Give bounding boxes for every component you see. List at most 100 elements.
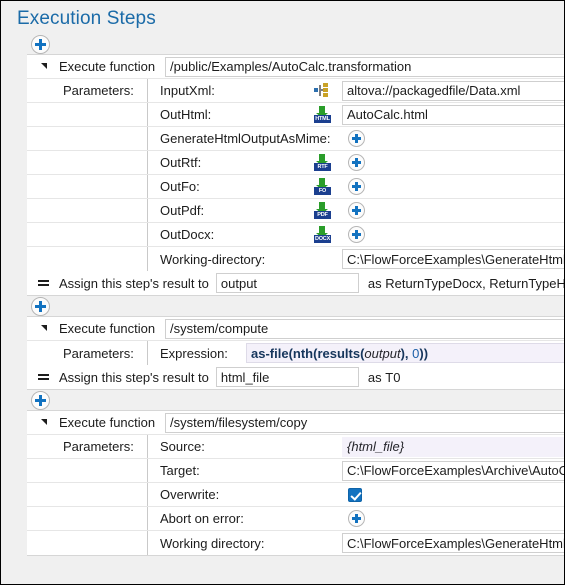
- parameter-add-cell-outfo: [342, 178, 365, 195]
- html-file-icon-tag: HTML: [314, 115, 331, 123]
- gutter-spacer: [27, 151, 59, 174]
- parameter-name-outhtml: OutHtml:: [160, 107, 212, 122]
- add-parameter-button-outpdf[interactable]: [348, 202, 365, 219]
- collapse-triangle-icon[interactable]: [41, 418, 47, 425]
- parameters-divider: [147, 341, 148, 365]
- gutter-spacer: [27, 435, 59, 458]
- parameters-divider: [147, 483, 148, 506]
- gutter-spacer: [27, 341, 59, 365]
- parameter-icon-cell-outhtml: HTML: [308, 106, 342, 123]
- parameter-input-target[interactable]: C:\FlowForceExamples\Archive\AutoCalc.ht…: [342, 460, 564, 481]
- add-step-button-2[interactable]: [31, 297, 50, 316]
- collapse-toggle-cell-3[interactable]: [27, 411, 59, 434]
- parameter-input-inputxml[interactable]: altova://packagedfile/Data.xml: [342, 80, 564, 101]
- parameter-row-outrtf: OutRtf: RTF: [27, 151, 564, 175]
- collapse-toggle-cell-1[interactable]: [27, 55, 59, 78]
- parameter-name-outrtf: OutRtf:: [160, 155, 202, 170]
- function-path-input-3[interactable]: /system/filesystem/copy: [165, 412, 564, 433]
- docx-file-icon: DOCX: [314, 226, 331, 243]
- overwrite-checkbox[interactable]: [348, 487, 362, 502]
- parameter-name-target: Target:: [160, 463, 200, 478]
- execute-function-row-1: Execute function /public/Examples/AutoCa…: [27, 55, 564, 79]
- parameter-row-outdocx: OutDocx: DOCX: [27, 223, 564, 247]
- equals-icon: [37, 373, 49, 381]
- add-parameter-button-abort-on-error[interactable]: [348, 510, 365, 527]
- execute-function-row-2: Execute function /system/compute: [27, 317, 564, 341]
- parameter-row-outhtml: OutHtml: HTML AutoCalc.html: [27, 103, 564, 127]
- add-step-button-1[interactable]: [31, 35, 50, 54]
- add-step-row-1: [1, 34, 564, 54]
- parameters-divider: [147, 175, 148, 198]
- parameter-add-cell-outpdf: [342, 202, 365, 219]
- parameters-divider: [147, 459, 148, 482]
- parameter-input-outhtml[interactable]: AutoCalc.html: [342, 104, 564, 125]
- page-title: Execution Steps: [17, 8, 156, 29]
- add-parameter-button-outdocx[interactable]: [348, 226, 365, 243]
- assign-result-row-2: Assign this step's result to html_file a…: [27, 365, 564, 389]
- add-step-row-2: [1, 296, 564, 316]
- pdf-file-icon: PDF: [314, 202, 331, 219]
- plus-icon: [352, 182, 361, 191]
- parameter-row-generatehtmloutputasmime: GenerateHtmlOutputAsMime:: [27, 127, 564, 151]
- parameter-row-inputxml: Parameters: InputXml: altova://packagedf…: [27, 79, 564, 103]
- rtf-file-icon: RTF: [314, 154, 331, 171]
- result-type-label-2: as T0: [367, 369, 401, 385]
- collapse-triangle-icon[interactable]: [41, 324, 47, 331]
- gutter-spacer: [27, 127, 59, 150]
- parameter-input-source[interactable]: {html_file}: [342, 436, 564, 457]
- assign-marker-cell-2: [27, 365, 59, 389]
- parameter-row-working-directory-3: Working directory: C:\FlowForceExamples\…: [27, 531, 564, 555]
- assign-marker-cell-1: [27, 271, 59, 295]
- step-card-1: Execute function /public/Examples/AutoCa…: [27, 54, 564, 296]
- parameter-row-working-directory-1: Working-directory: C:\FlowForceExamples\…: [27, 247, 564, 271]
- parameter-row-target: Target: C:\FlowForceExamples\Archive\Aut…: [27, 459, 564, 483]
- gutter-spacer: [27, 199, 59, 222]
- plus-icon: [352, 158, 361, 167]
- fo-file-icon-tag: FO: [314, 187, 331, 195]
- parameters-label-2: Parameters:: [63, 345, 134, 361]
- docx-file-icon-tag: DOCX: [314, 235, 331, 243]
- parameters-divider: [147, 127, 148, 150]
- parameter-icon-cell-outdocx: DOCX: [308, 226, 342, 243]
- parameter-icon-cell-outrtf: RTF: [308, 154, 342, 171]
- plus-icon: [352, 134, 361, 143]
- plus-icon: [352, 230, 361, 239]
- parameter-icon-cell-outfo: FO: [308, 178, 342, 195]
- parameter-name-working-directory-1: Working-directory:: [160, 251, 266, 267]
- collapse-triangle-icon[interactable]: [41, 62, 47, 69]
- parameter-row-outpdf: OutPdf: PDF: [27, 199, 564, 223]
- plus-icon: [35, 301, 46, 312]
- execute-function-label-2: Execute function: [59, 321, 156, 336]
- parameter-name-generatehtmloutputasmime: GenerateHtmlOutputAsMime:: [160, 131, 331, 146]
- collapse-toggle-cell-2[interactable]: [27, 317, 59, 340]
- function-path-input-2[interactable]: /system/compute: [165, 318, 564, 339]
- parameter-input-working-directory-1[interactable]: C:\FlowForceExamples\GenerateHtml: [342, 249, 564, 269]
- parameters-divider: [147, 247, 148, 271]
- parameter-add-cell-outrtf: [342, 154, 365, 171]
- plus-icon: [352, 514, 361, 523]
- parameter-row-overwrite: Overwrite:: [27, 483, 564, 507]
- parameter-name-abort-on-error: Abort on error:: [160, 511, 244, 526]
- parameter-name-overwrite: Overwrite:: [160, 487, 220, 502]
- parameters-label-3: Parameters:: [63, 439, 134, 454]
- function-path-input-1[interactable]: /public/Examples/AutoCalc.transformation: [165, 56, 564, 77]
- result-variable-input-1[interactable]: output: [215, 273, 359, 293]
- parameter-input-working-directory-3[interactable]: C:\FlowForceExamples\GenerateHtml: [342, 533, 564, 553]
- result-variable-input-2[interactable]: html_file: [215, 367, 359, 387]
- parameters-divider: [147, 199, 148, 222]
- gutter-spacer: [27, 459, 59, 482]
- execution-steps-panel: Execution Steps Execute function /public…: [0, 0, 565, 585]
- parameter-name-source: Source:: [160, 439, 205, 454]
- parameters-divider: [147, 531, 148, 555]
- parameters-divider: [147, 435, 148, 458]
- gutter-spacer: [27, 507, 59, 530]
- add-parameter-button-outrtf[interactable]: [348, 154, 365, 171]
- expression-input[interactable]: as-file(nth(results(output), 0)): [246, 343, 564, 363]
- add-parameter-button-generatehtmloutputasmime[interactable]: [348, 130, 365, 147]
- add-parameter-button-outfo[interactable]: [348, 178, 365, 195]
- parameter-row-outfo: OutFo: FO: [27, 175, 564, 199]
- add-step-button-3[interactable]: [31, 391, 50, 410]
- plus-icon: [35, 395, 46, 406]
- assign-result-label-2: Assign this step's result to: [59, 369, 209, 385]
- pdf-file-icon-tag: PDF: [314, 211, 331, 219]
